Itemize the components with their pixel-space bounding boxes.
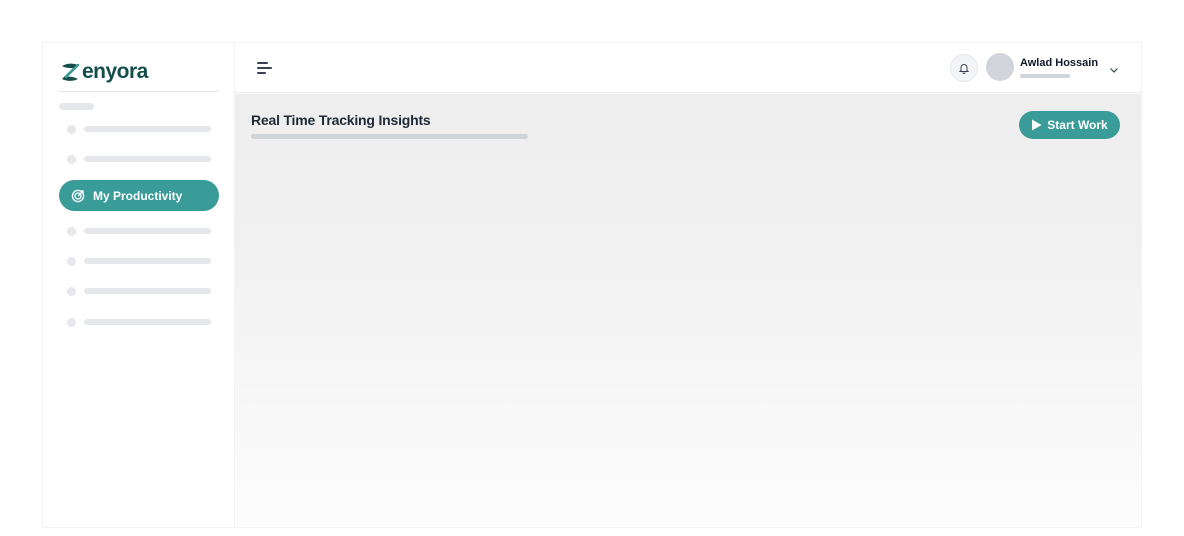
main-content: Real Time Tracking Insights Start Work: [235, 94, 1141, 527]
sidebar-item-icon-placeholder: [67, 154, 76, 164]
menu-icon[interactable]: [257, 61, 273, 75]
sidebar-item-label-placeholder: [84, 156, 211, 162]
app-window: enyora My Productivity Awlad Hossain Rea…: [42, 42, 1142, 528]
avatar[interactable]: [986, 53, 1014, 81]
play-icon: [1032, 119, 1042, 131]
sidebar-item-label-placeholder: [84, 228, 211, 234]
user-role-placeholder: [1020, 74, 1070, 78]
brand-logo[interactable]: enyora: [59, 53, 219, 91]
bell-icon: [958, 64, 970, 74]
top-header: Awlad Hossain: [235, 43, 1141, 93]
sidebar-section-placeholder: [59, 103, 94, 110]
sidebar-item-icon-placeholder: [67, 286, 76, 296]
start-work-button[interactable]: Start Work: [1019, 111, 1120, 139]
target-icon: [71, 189, 85, 203]
page-title: Real Time Tracking Insights: [251, 112, 431, 128]
sidebar-item-placeholder[interactable]: [59, 148, 219, 170]
sidebar-item-my-productivity[interactable]: My Productivity: [59, 180, 219, 211]
sidebar-item-icon-placeholder: [67, 256, 76, 266]
sidebar-item-placeholder[interactable]: [59, 118, 219, 140]
brand-name: enyora: [82, 60, 148, 83]
sidebar-item-label-placeholder: [84, 126, 211, 132]
user-name[interactable]: Awlad Hossain: [1020, 57, 1098, 69]
sidebar-item-placeholder[interactable]: [59, 250, 219, 272]
logo-mark-icon: [59, 61, 81, 83]
page-subtitle-placeholder: [251, 134, 528, 139]
chevron-down-icon[interactable]: [1109, 61, 1119, 79]
sidebar-item-placeholder[interactable]: [59, 220, 219, 242]
notification-button[interactable]: [950, 54, 978, 82]
sidebar-divider: [59, 91, 219, 92]
sidebar-item-icon-placeholder: [67, 124, 76, 134]
sidebar-item-icon-placeholder: [67, 317, 76, 327]
sidebar-item-label-placeholder: [84, 258, 211, 264]
sidebar-item-placeholder[interactable]: [59, 311, 219, 333]
start-work-label: Start Work: [1047, 118, 1108, 132]
sidebar-item-label: My Productivity: [93, 188, 183, 203]
sidebar-item-icon-placeholder: [67, 226, 76, 236]
sidebar: enyora My Productivity: [43, 43, 235, 527]
sidebar-item-placeholder[interactable]: [59, 280, 219, 302]
sidebar-item-label-placeholder: [84, 288, 211, 294]
sidebar-item-label-placeholder: [84, 319, 211, 325]
